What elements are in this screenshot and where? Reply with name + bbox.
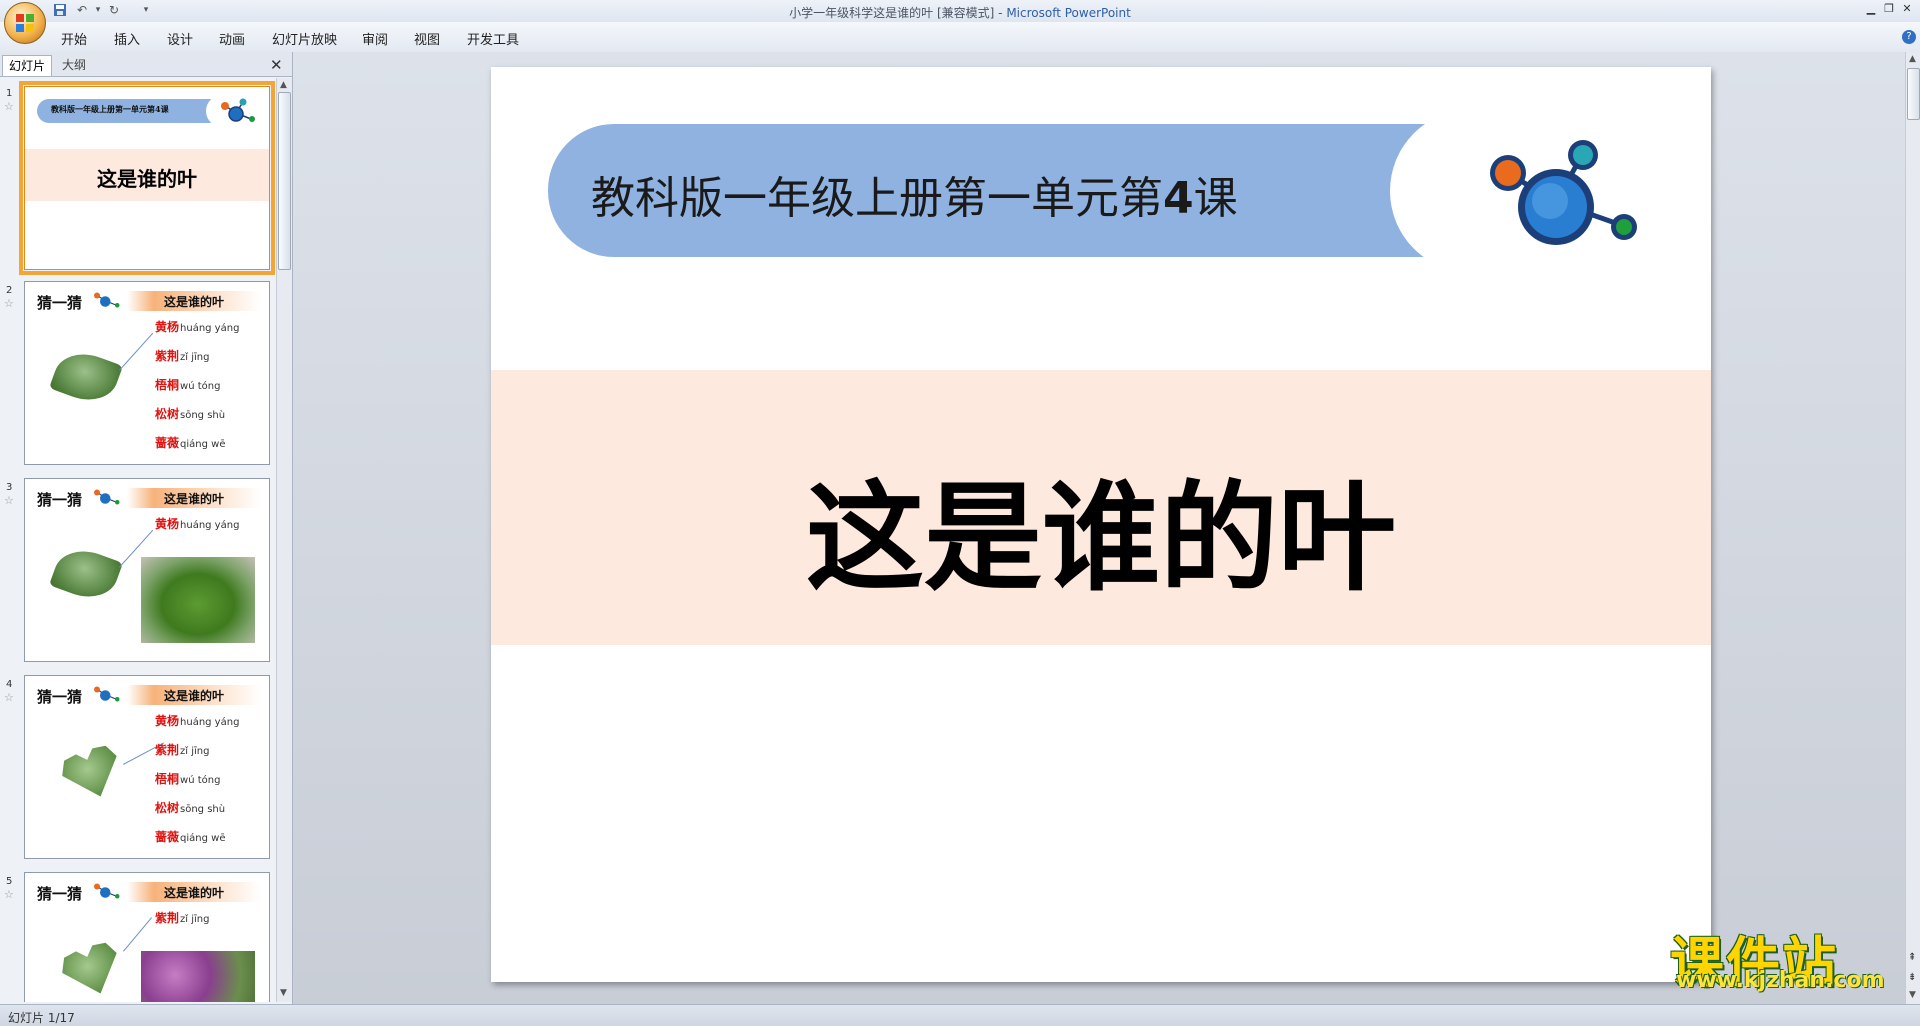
slide-number: 2: [6, 285, 13, 296]
slide-number: 5: [6, 876, 13, 887]
thumb-heading-band: 这是谁的叶: [127, 291, 261, 311]
slide-subtitle[interactable]: 教科版一年级上册第一单元第4课: [591, 162, 1238, 226]
editor-scrollbar[interactable]: ▲ ⇞ ⇟ ▼: [1905, 52, 1920, 1004]
word-item: 梧桐wú tóng: [155, 378, 221, 392]
slide-thumbnail-1[interactable]: 教科版一年级上册第一单元第4课 这是谁的叶: [19, 81, 275, 275]
slide-number: 4: [6, 679, 13, 690]
thumb-heading: 这是谁的叶: [163, 295, 224, 309]
slide-thumbnail-4[interactable]: 猜一猜 这是谁的叶 黄杨huáng yáng 紫荆zǐ jīng 梧桐wú tó…: [24, 675, 270, 859]
callout-line: [119, 332, 154, 371]
thumb-heading-band: 这是谁的叶: [127, 882, 261, 902]
word-item: 松树sōng shù: [155, 407, 226, 421]
tab-review[interactable]: 审阅: [362, 29, 388, 48]
thumb-heading-band: 这是谁的叶: [127, 488, 261, 508]
restore-icon[interactable]: ❐: [1880, 2, 1898, 16]
minimize-icon[interactable]: ▁: [1862, 2, 1880, 16]
slide-counter: 幻灯片 1/17: [8, 1011, 75, 1025]
word-item: 梧桐wú tóng: [155, 772, 221, 786]
molecule-icon: [94, 292, 120, 308]
word-item: 松树sōng shù: [155, 801, 226, 815]
window-title: 小学一年级科学这是谁的叶 [兼容模式] - Microsoft PowerPoi…: [789, 6, 1131, 20]
tab-developer[interactable]: 开发工具: [467, 29, 519, 48]
redbud-photo: [141, 951, 255, 1002]
title-bar: ↶ ▾ ↻ ▾ 小学一年级科学这是谁的叶 [兼容模式] - Microsoft …: [0, 0, 1920, 23]
leaf-image: [49, 541, 123, 607]
word-item: 蔷薇qiáng wē: [155, 830, 226, 844]
tab-home[interactable]: 开始: [61, 29, 87, 48]
molecule-icon: [94, 686, 120, 702]
transition-star-icon: ☆: [4, 100, 14, 113]
slide-title[interactable]: 这是谁的叶: [491, 442, 1711, 613]
office-logo-icon: [16, 14, 34, 32]
thumb-title: 这是谁的叶: [97, 167, 197, 191]
transition-star-icon: ☆: [4, 297, 14, 310]
molecule-icon: [94, 883, 120, 899]
next-slide-icon[interactable]: ⇟: [1908, 972, 1916, 983]
word-item: 黄杨huáng yáng: [155, 320, 240, 334]
thumb-guess-label: 猜一猜: [37, 885, 83, 903]
word-item: 蔷薇qiáng wē: [155, 436, 226, 450]
molecule-icon: [1490, 140, 1637, 245]
tab-slideshow[interactable]: 幻灯片放映: [272, 29, 337, 48]
thumb-guess-label: 猜一猜: [37, 491, 83, 509]
status-bar: 幻灯片 1/17: [0, 1004, 1920, 1026]
slide-canvas[interactable]: 教科版一年级上册第一单元第4课 这是谁的叶: [491, 67, 1711, 982]
scroll-down-icon[interactable]: ▼: [280, 988, 287, 998]
transition-star-icon: ☆: [4, 494, 14, 507]
scroll-up-icon[interactable]: ▲: [1909, 54, 1916, 64]
tab-view[interactable]: 视图: [414, 29, 440, 48]
tab-design[interactable]: 设计: [167, 29, 193, 48]
slide-thumbnail-5[interactable]: 猜一猜 这是谁的叶 紫荆zǐ jīng: [24, 872, 270, 1002]
heart-leaf-image: [56, 740, 128, 807]
thumb-heading: 这是谁的叶: [163, 886, 224, 900]
watermark-url: www.kjzhan.com: [1676, 968, 1885, 993]
heart-leaf-image: [56, 937, 128, 1002]
thumb-subtitle: 教科版一年级上册第一单元第4课: [51, 104, 169, 114]
scroll-thumb[interactable]: [1907, 68, 1920, 120]
word-item: 紫荆zǐ jīng: [155, 743, 210, 757]
pane-tabs: 幻灯片 大纲 ✕: [0, 52, 292, 77]
thumbnail-scrollbar[interactable]: ▲ ▼: [276, 78, 292, 1002]
tab-animations[interactable]: 动画: [219, 29, 245, 48]
slide-thumbnail-3[interactable]: 猜一猜 这是谁的叶 黄杨huáng yáng: [24, 478, 270, 662]
thumb-heading-band: 这是谁的叶: [127, 685, 261, 705]
callout-line: [123, 917, 153, 952]
close-window-icon[interactable]: ✕: [1898, 2, 1916, 16]
thumb-guess-label: 猜一猜: [37, 294, 83, 312]
scroll-up-icon[interactable]: ▲: [280, 80, 287, 90]
slide-number: 3: [6, 482, 13, 493]
word-item: 黄杨huáng yáng: [155, 517, 240, 531]
ribbon-tabs: 开始 插入 设计 动画 幻灯片放映 审阅 视图 开发工具 ?: [0, 22, 1920, 53]
word-item: 紫荆zǐ jīng: [155, 911, 210, 925]
thumb-heading: 这是谁的叶: [163, 689, 224, 703]
close-pane-icon[interactable]: ✕: [270, 56, 283, 74]
molecule-icon: [94, 489, 120, 505]
help-icon[interactable]: ?: [1902, 30, 1916, 44]
office-button[interactable]: [4, 2, 46, 44]
scroll-down-icon[interactable]: ▼: [1909, 990, 1916, 1000]
tab-outline[interactable]: 大纲: [56, 55, 92, 75]
molecule-icon: [221, 98, 255, 122]
slide-number: 1: [6, 88, 13, 99]
slide-thumbnail-2[interactable]: 猜一猜 这是谁的叶 黄杨huáng yáng 紫荆zǐ jīng 梧桐wú tó…: [24, 281, 270, 465]
transition-star-icon: ☆: [4, 691, 14, 704]
tab-insert[interactable]: 插入: [114, 29, 140, 48]
thumbnail-list: 1 ☆ 教科版一年级上册第一单元第4课 这是谁的叶 2 ☆ 猜一猜 这是谁的叶 …: [0, 78, 276, 1002]
scroll-thumb[interactable]: [278, 92, 291, 270]
previous-slide-icon[interactable]: ⇞: [1908, 952, 1916, 963]
thumb-guess-label: 猜一猜: [37, 688, 83, 706]
leaf-image: [49, 344, 123, 410]
boxwood-photo: [141, 557, 255, 643]
word-item: 黄杨huáng yáng: [155, 714, 240, 728]
word-item: 紫荆zǐ jīng: [155, 349, 210, 363]
transition-star-icon: ☆: [4, 888, 14, 901]
tab-slides[interactable]: 幻灯片: [2, 55, 53, 76]
thumb-heading: 这是谁的叶: [163, 492, 224, 506]
